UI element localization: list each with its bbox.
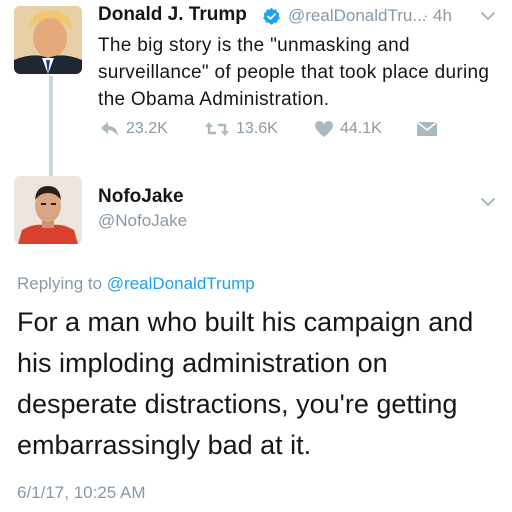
reply-author-name[interactable]: NofoJake (98, 186, 184, 208)
avatar-nofojake[interactable] (14, 176, 82, 244)
like-heart-icon (315, 121, 333, 137)
reply-author-handle[interactable]: @NofoJake (98, 211, 187, 231)
retweet-icon (205, 122, 229, 136)
parent-tweet-text: The big story is the "unmasking and surv… (98, 35, 490, 110)
tweet-actions-bar: 23.2K 13.6K 44.1K (100, 120, 440, 144)
avatar-donald-trump[interactable] (14, 6, 82, 74)
chevron-down-icon[interactable] (480, 196, 496, 208)
reply-tweet-text: For a man who built his campaign and his… (17, 307, 474, 460)
replying-to-line: Replying to @realDonaldTrump (17, 274, 255, 294)
reply-icon (101, 122, 118, 136)
retweet-count: 13.6K (236, 120, 278, 137)
direct-message-icon (416, 121, 438, 136)
thread-connector-line (49, 76, 53, 176)
parent-author-name[interactable]: Donald J. Trump (98, 4, 247, 26)
reply-action[interactable]: 23.2K (100, 120, 168, 138)
retweet-action[interactable]: 13.6K (204, 120, 278, 138)
like-count: 44.1K (340, 120, 382, 137)
verified-badge-icon (263, 7, 280, 25)
reply-count: 23.2K (126, 120, 168, 137)
like-action[interactable]: 44.1K (314, 120, 382, 138)
reply-timestamp[interactable]: 6/1/17, 10:25 AM (17, 483, 146, 503)
replying-to-mention-link[interactable]: @realDonaldTrump (107, 274, 255, 293)
parent-tweet-time[interactable]: 4h (433, 6, 452, 26)
parent-author-handle[interactable]: @realDonaldTru... (288, 6, 427, 26)
chevron-down-icon[interactable] (480, 10, 496, 22)
separator-dot: · (423, 6, 429, 25)
direct-message-action[interactable] (416, 120, 444, 138)
replying-to-prefix: Replying to (17, 274, 103, 293)
